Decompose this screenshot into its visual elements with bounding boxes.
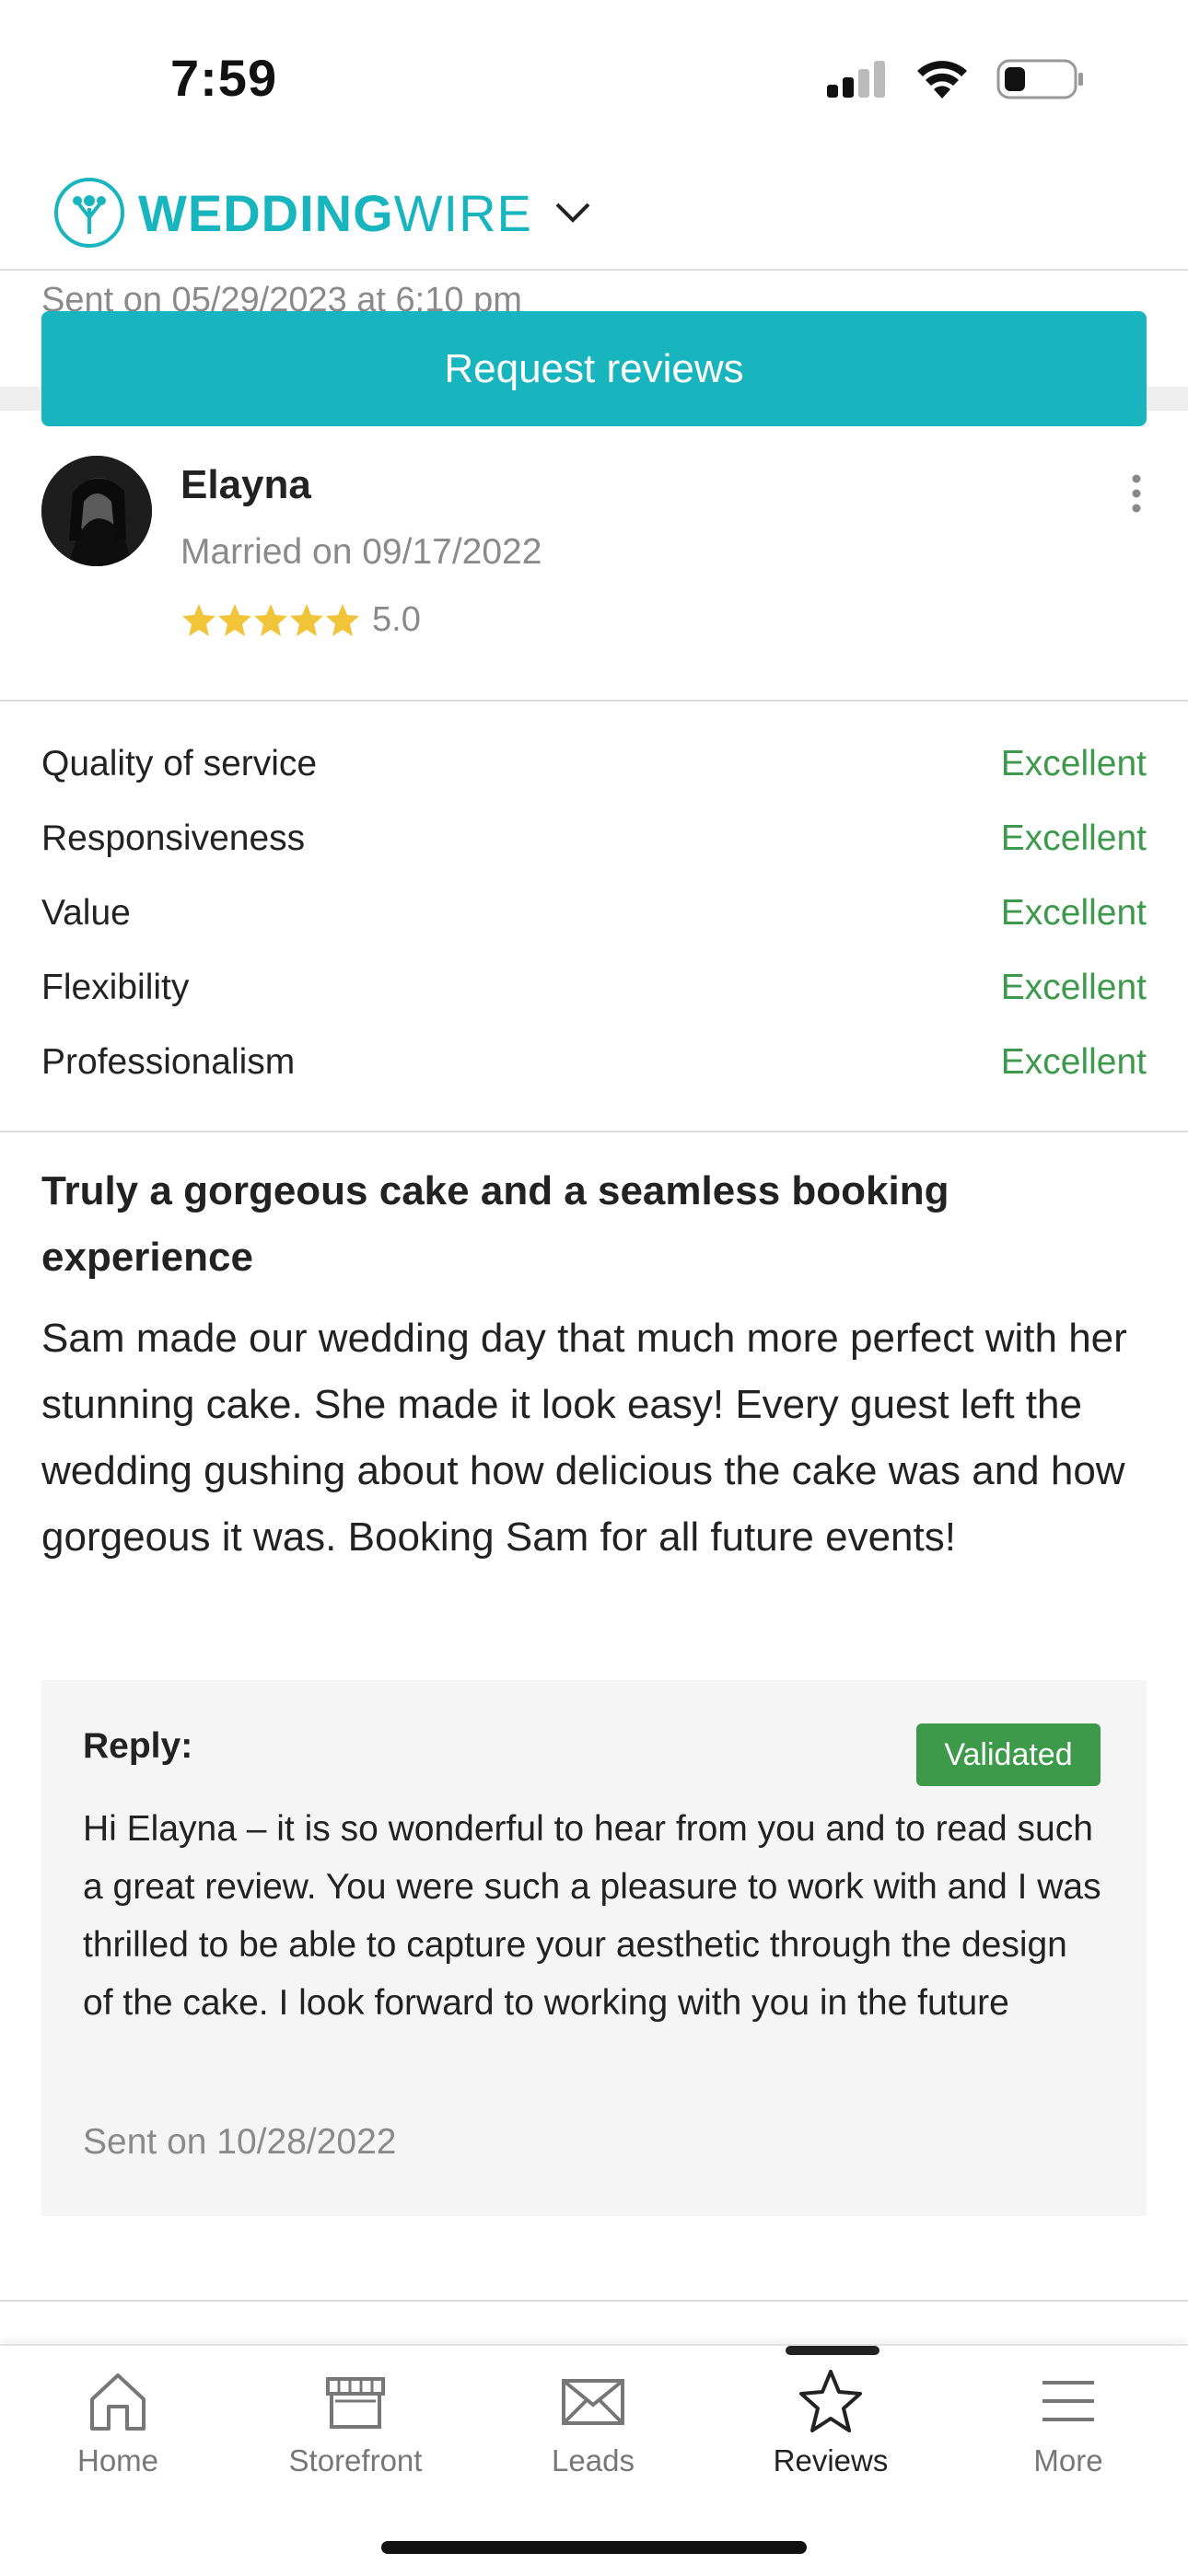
envelope-icon — [562, 2379, 624, 2425]
more-options-icon[interactable] — [1125, 471, 1147, 516]
brand-switcher[interactable]: WEDDINGWIRE — [53, 177, 591, 249]
cellular-signal-icon — [827, 61, 885, 98]
criteria-label: Quality of service — [41, 744, 318, 783]
status-icons — [827, 59, 1085, 99]
wifi-icon — [917, 61, 967, 99]
criteria-row: Value Excellent — [41, 886, 1147, 941]
criteria-label: Professionalism — [41, 1042, 296, 1082]
brand-name: WEDDINGWIRE — [138, 183, 532, 242]
criteria-value: Excellent — [1000, 893, 1147, 933]
criteria-row: Flexibility Excellent — [41, 960, 1147, 1015]
review-title: Truly a gorgeous cake and a seamless boo… — [41, 1168, 949, 1280]
request-reviews-button[interactable]: Request reviews — [41, 311, 1147, 426]
weddingwire-logo-icon — [54, 178, 124, 248]
app-header: WEDDINGWIRE — [0, 157, 1188, 271]
active-tab-indicator — [786, 2346, 879, 2355]
nav-label: Reviews — [773, 2443, 889, 2477]
star-icon — [799, 2370, 862, 2432]
rating-value: 5.0 — [372, 600, 421, 639]
status-badge: Validated — [916, 1723, 1101, 1786]
divider — [0, 2300, 1188, 2302]
nav-label: More — [1033, 2443, 1103, 2477]
divider — [0, 1131, 1188, 1132]
stars-icon — [182, 603, 359, 636]
nav-label: Storefront — [288, 2443, 423, 2477]
nav-more[interactable]: More — [967, 2368, 1170, 2478]
menu-icon — [1042, 2381, 1094, 2421]
criteria-value: Excellent — [1000, 744, 1147, 783]
review-body: Sam made our wedding day that much more … — [41, 1316, 1127, 1560]
criteria-label: Responsiveness — [41, 818, 306, 858]
avatar-photo — [41, 456, 152, 566]
star-rating: 5.0 — [181, 600, 421, 640]
status-time: 7:59 — [170, 49, 278, 107]
reviewer-name: Elayna — [181, 462, 311, 507]
married-date: Married on 09/17/2022 — [181, 532, 542, 572]
previous-review-sent-date: Sent on 05/29/2023 at 6:10 pm — [41, 281, 522, 313]
status-bar: 7:59 — [0, 0, 1188, 157]
battery-icon — [996, 59, 1083, 99]
divider — [0, 700, 1188, 702]
nav-storefront[interactable]: Storefront — [254, 2368, 457, 2478]
nav-reviews[interactable]: Reviews — [729, 2368, 932, 2478]
nav-leads[interactable]: Leads — [492, 2368, 694, 2478]
nav-home[interactable]: Home — [17, 2368, 219, 2478]
criteria-row: Responsiveness Excellent — [41, 811, 1147, 866]
criteria-row: Professionalism Excellent — [41, 1035, 1147, 1090]
criteria-value: Excellent — [1000, 818, 1147, 858]
criteria-label: Flexibility — [41, 968, 190, 1007]
reply-sent-date: Sent on 10/28/2022 — [83, 2122, 397, 2162]
criteria-value: Excellent — [1000, 1042, 1147, 1082]
reply-text: Hi Elayna – it is so wonderful to hear f… — [83, 1809, 1101, 2023]
nav-label: Home — [76, 2443, 159, 2477]
reply-label: Reply: — [83, 1726, 193, 1766]
reply-card: Reply: Validated Hi Elayna – it is so wo… — [41, 1680, 1147, 2216]
criteria-value: Excellent — [1000, 968, 1147, 1007]
nav-label: Leads — [552, 2443, 635, 2477]
home-indicator — [381, 2541, 807, 2554]
home-icon — [90, 2373, 146, 2431]
criteria-row: Quality of service Excellent — [41, 737, 1147, 792]
avatar — [41, 456, 152, 566]
criteria-label: Value — [41, 893, 131, 933]
storefront-icon — [326, 2377, 385, 2429]
chevron-down-icon — [555, 203, 590, 223]
